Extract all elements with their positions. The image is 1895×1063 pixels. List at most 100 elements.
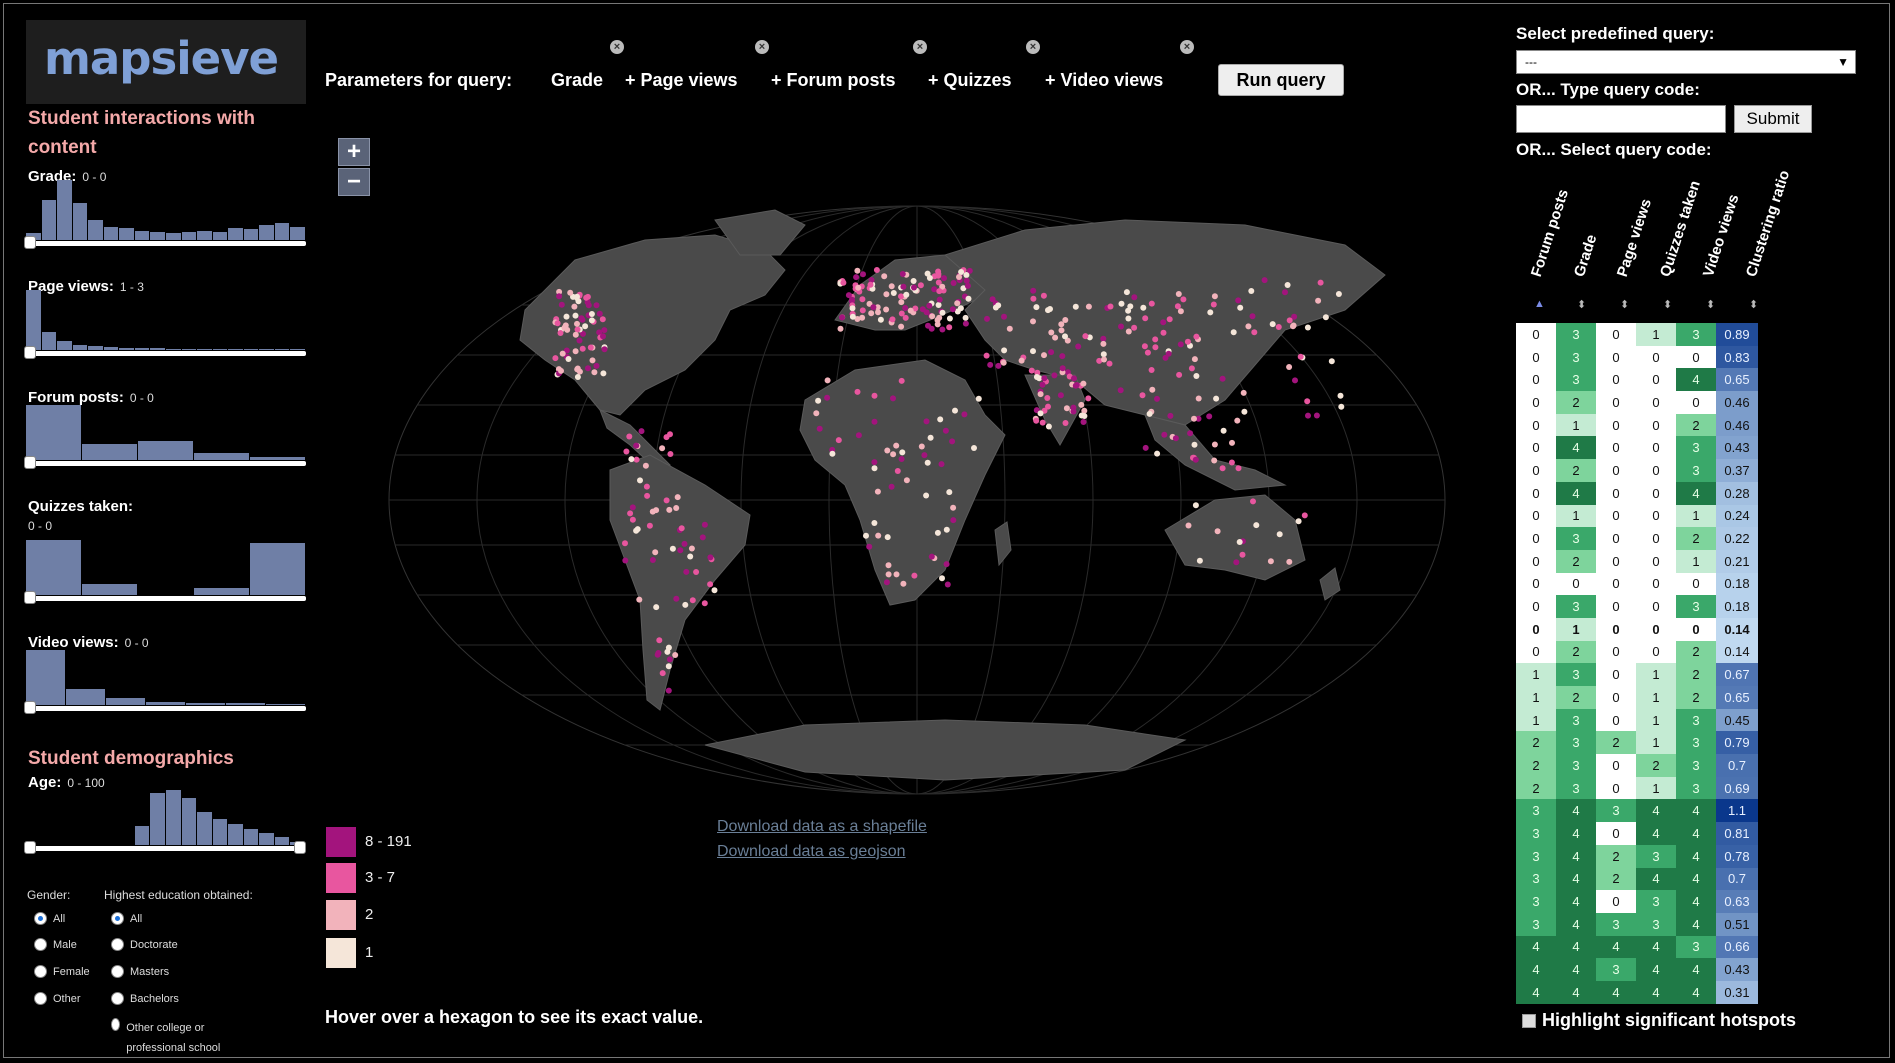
- sort-icon[interactable]: ⬍: [1706, 298, 1715, 311]
- hexbin[interactable]: [1317, 279, 1324, 286]
- hexbin[interactable]: [1235, 297, 1242, 304]
- hexbin[interactable]: [868, 310, 875, 317]
- hexbin[interactable]: [574, 366, 581, 373]
- table-row[interactable]: 0 3 0 0 3 0.18: [1516, 595, 1758, 618]
- hexbin[interactable]: [943, 561, 950, 568]
- hexbin[interactable]: [666, 506, 673, 513]
- hexbin[interactable]: [881, 273, 888, 280]
- hexbin[interactable]: [944, 581, 951, 588]
- hexbin[interactable]: [1078, 401, 1085, 408]
- slider-handle-min[interactable]: [24, 456, 36, 469]
- hexbin[interactable]: [701, 521, 708, 528]
- hexbin[interactable]: [637, 477, 643, 484]
- hexbin[interactable]: [678, 525, 685, 532]
- hexbin[interactable]: [1305, 412, 1311, 419]
- hexbin[interactable]: [1100, 335, 1107, 342]
- hexbin[interactable]: [911, 284, 917, 291]
- hexbin[interactable]: [890, 395, 896, 402]
- hexbin[interactable]: [902, 305, 909, 311]
- page-views-range-slider[interactable]: [24, 346, 306, 359]
- hexbin[interactable]: [1071, 375, 1077, 382]
- hexbin[interactable]: [1080, 380, 1087, 387]
- hexbin[interactable]: [934, 529, 941, 536]
- hexbin[interactable]: [924, 459, 931, 466]
- hexbin[interactable]: [1237, 304, 1244, 311]
- grade-range-slider[interactable]: [24, 236, 306, 249]
- query-param-3[interactable]: + Quizzes: [928, 70, 1012, 91]
- table-row[interactable]: 0 2 0 0 0 0.46: [1516, 391, 1758, 414]
- hexbin[interactable]: [888, 483, 895, 490]
- hexbin[interactable]: [1214, 528, 1221, 535]
- hexbin[interactable]: [893, 571, 900, 578]
- hexbin[interactable]: [599, 316, 606, 323]
- hexbin[interactable]: [1213, 395, 1220, 402]
- hexbin[interactable]: [596, 310, 603, 317]
- hexbin[interactable]: [1185, 522, 1192, 529]
- hexbin[interactable]: [593, 362, 600, 369]
- hexbin[interactable]: [1059, 353, 1066, 360]
- hexbin[interactable]: [1028, 367, 1035, 374]
- hexbin[interactable]: [1161, 431, 1168, 438]
- hexbin[interactable]: [1006, 325, 1013, 332]
- hexbin[interactable]: [910, 278, 917, 284]
- hexbin[interactable]: [1062, 333, 1068, 340]
- hexbin[interactable]: [667, 431, 673, 438]
- hexbin[interactable]: [911, 572, 918, 579]
- hexbin[interactable]: [633, 442, 640, 449]
- education-radio-doctorate[interactable]: Doctorate: [111, 938, 178, 951]
- hexbin[interactable]: [574, 293, 580, 300]
- table-row[interactable]: 2 3 0 1 3 0.69: [1516, 776, 1758, 800]
- hexbin[interactable]: [956, 274, 962, 280]
- hexbin[interactable]: [1304, 324, 1311, 331]
- predefined-query-select[interactable]: --- ▼: [1516, 50, 1856, 74]
- hexbin[interactable]: [1148, 300, 1155, 307]
- hexbin[interactable]: [1018, 357, 1025, 364]
- hexbin[interactable]: [649, 557, 656, 563]
- hexbin[interactable]: [875, 309, 881, 316]
- hexbin[interactable]: [646, 522, 653, 529]
- hexbin[interactable]: [877, 316, 884, 323]
- hexbin[interactable]: [1037, 391, 1044, 398]
- hexbin[interactable]: [918, 443, 925, 450]
- hexbin[interactable]: [636, 596, 643, 603]
- hexbin[interactable]: [1165, 350, 1172, 357]
- slider-handle-min[interactable]: [24, 346, 36, 359]
- hexbin[interactable]: [623, 448, 630, 455]
- hexbin[interactable]: [628, 456, 635, 463]
- hexbin[interactable]: [873, 267, 880, 273]
- hexbin[interactable]: [629, 504, 636, 511]
- hexbin[interactable]: [600, 333, 606, 340]
- sort-icon[interactable]: ⬍: [1577, 298, 1586, 311]
- hexbin[interactable]: [923, 418, 930, 425]
- table-row[interactable]: 0 4 0 0 3 0.43: [1516, 436, 1758, 460]
- hexbin[interactable]: [870, 304, 877, 311]
- query-code-input[interactable]: [1516, 105, 1726, 133]
- hexbin[interactable]: [1219, 375, 1226, 382]
- hexbin[interactable]: [871, 459, 878, 466]
- hexbin[interactable]: [815, 397, 822, 404]
- hexbin[interactable]: [1146, 410, 1153, 417]
- hexbin[interactable]: [600, 370, 607, 377]
- hexbin[interactable]: [935, 272, 942, 279]
- hexbin[interactable]: [1166, 316, 1173, 323]
- hexbin[interactable]: [1228, 459, 1235, 466]
- hexbin[interactable]: [961, 411, 968, 418]
- hexbin[interactable]: [567, 289, 574, 296]
- hexbin[interactable]: [883, 291, 890, 298]
- hexbin[interactable]: [1193, 333, 1200, 340]
- hexbin[interactable]: [928, 553, 935, 560]
- hexbin[interactable]: [899, 449, 906, 456]
- hexbin[interactable]: [582, 323, 589, 330]
- hexbin[interactable]: [1085, 395, 1092, 402]
- query-param-4[interactable]: + Video views: [1045, 70, 1163, 91]
- age-range-slider[interactable]: [24, 841, 306, 854]
- hexbin[interactable]: [638, 428, 645, 435]
- hexbin[interactable]: [672, 652, 679, 658]
- hexbin[interactable]: [1036, 375, 1043, 382]
- hexbin[interactable]: [1107, 303, 1114, 310]
- hexbin[interactable]: [571, 303, 578, 310]
- hexbin[interactable]: [898, 299, 905, 306]
- hexbin[interactable]: [601, 346, 608, 353]
- hexbin[interactable]: [1131, 294, 1138, 301]
- hexbin[interactable]: [929, 313, 936, 320]
